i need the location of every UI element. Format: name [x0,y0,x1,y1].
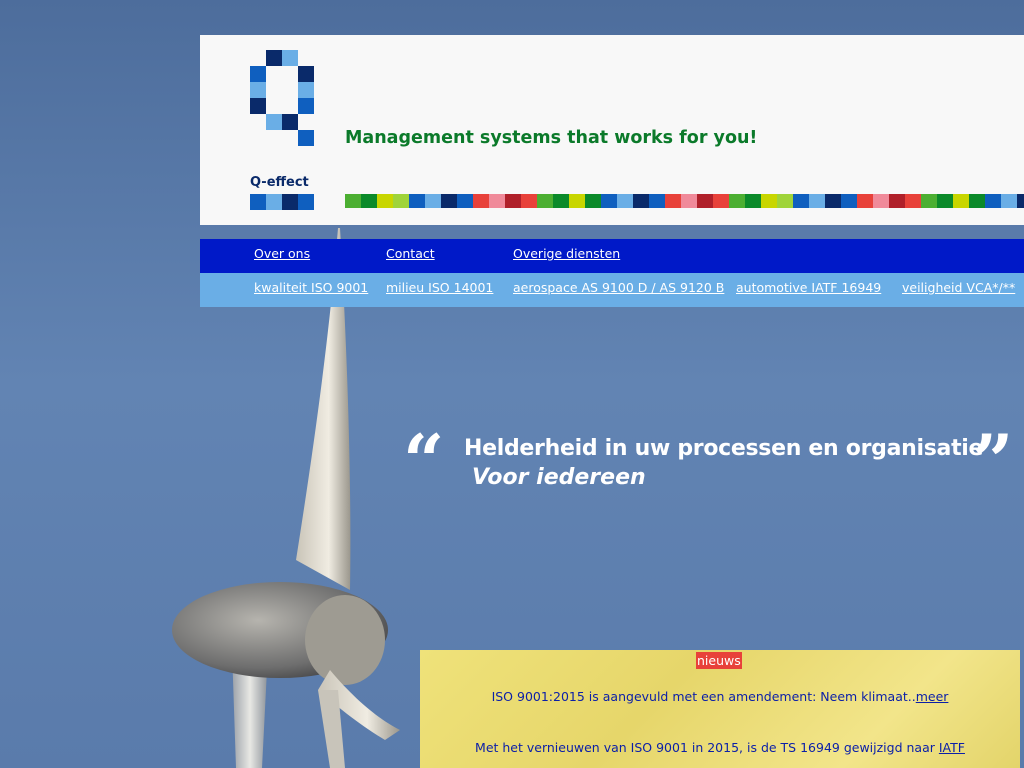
logo-base-bar [250,194,314,210]
site-tagline: Management systems that works for you! [345,128,758,148]
quote-close-mark: ” [972,418,1014,503]
nav-kwaliteit[interactable]: kwaliteit ISO 9001 [254,280,368,295]
nav-veiligheid[interactable]: veiligheid VCA*/** [902,280,1015,295]
q-effect-logo[interactable] [250,50,314,162]
news-badge: nieuws [696,652,742,669]
logo-name: Q-effect [250,175,309,190]
quote-open-mark: “ [403,418,445,503]
primary-nav: Over ons Contact Overige diensten [200,239,1024,273]
news-box: nieuws ISO 9001:2015 is aangevuld met ee… [420,650,1020,768]
news-item-text: Met het vernieuwen van ISO 9001 in 2015,… [475,740,939,755]
nav-contact[interactable]: Contact [386,246,435,261]
nav-overige-diensten[interactable]: Overige diensten [513,246,620,261]
nav-milieu[interactable]: milieu ISO 14001 [386,280,493,295]
hero-subquote: Voor iedereen [472,465,646,490]
news-item-link-meer[interactable]: meer [916,689,949,704]
news-item: Met het vernieuwen van ISO 9001 in 2015,… [420,740,1020,755]
color-stripe [345,194,1024,208]
nav-aerospace[interactable]: aerospace AS 9100 D / AS 9120 B [513,280,724,295]
news-item: ISO 9001:2015 is aangevuld met een amend… [420,689,1020,704]
secondary-nav: kwaliteit ISO 9001 milieu ISO 14001 aero… [200,273,1024,307]
news-item-link-iatf[interactable]: IATF [939,740,965,755]
nav-automotive[interactable]: automotive IATF 16949 [736,280,881,295]
hero-quote: Helderheid in uw processen en organisati… [464,436,984,461]
news-item-text: ISO 9001:2015 is aangevuld met een amend… [491,689,916,704]
site-header: Q-effect Management systems that works f… [200,35,1024,225]
nav-over-ons[interactable]: Over ons [254,246,310,261]
